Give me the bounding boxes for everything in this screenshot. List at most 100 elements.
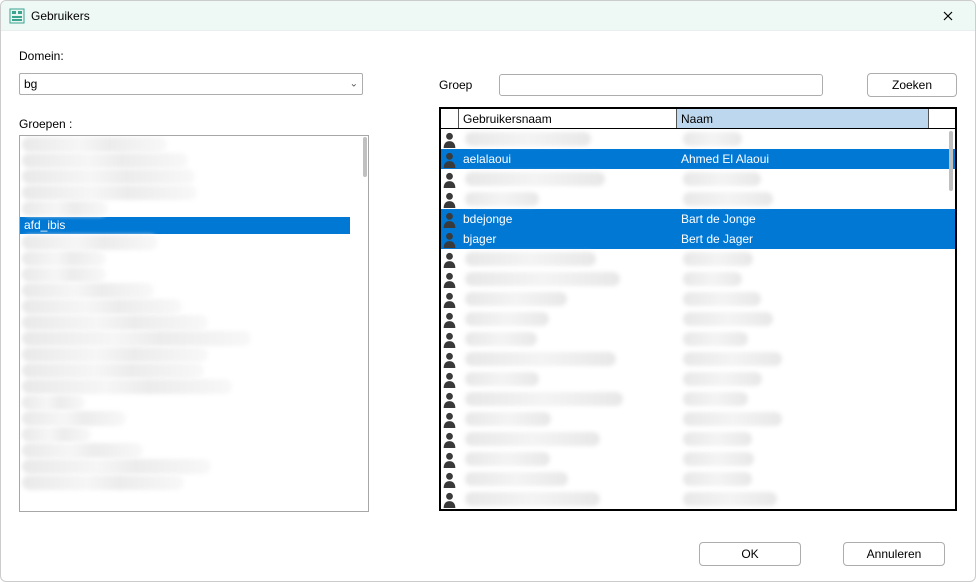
row-icon-cell xyxy=(441,369,459,389)
list-item[interactable] xyxy=(22,427,91,442)
row-icon-cell xyxy=(441,329,459,349)
users-grid[interactable]: Gebruikersnaam Naam aelalaouiAhmed El Al… xyxy=(439,107,957,511)
list-item[interactable] xyxy=(22,169,195,184)
list-item[interactable] xyxy=(22,347,208,362)
row-name-cell xyxy=(677,329,955,349)
table-row[interactable] xyxy=(441,349,955,369)
users-grid-scrollbar-thumb[interactable] xyxy=(949,131,953,191)
row-name-cell xyxy=(677,269,955,289)
row-icon-cell xyxy=(441,449,459,469)
row-username-cell: bjager xyxy=(459,229,677,249)
table-row-selected[interactable]: bjagerBert de Jager xyxy=(441,229,955,249)
list-item-selected[interactable]: afd_ibis xyxy=(20,217,350,234)
row-name-cell xyxy=(677,129,955,149)
row-name-cell xyxy=(677,389,955,409)
user-icon xyxy=(442,291,457,308)
table-row[interactable] xyxy=(441,469,955,489)
table-row[interactable] xyxy=(441,449,955,469)
row-icon-cell xyxy=(441,249,459,269)
row-username-cell xyxy=(459,349,677,369)
user-icon xyxy=(442,311,457,328)
list-item[interactable] xyxy=(22,331,251,346)
list-item[interactable] xyxy=(22,235,158,250)
user-icon xyxy=(442,191,457,208)
app-icon xyxy=(9,8,25,24)
row-username-cell xyxy=(459,389,677,409)
list-item[interactable] xyxy=(22,251,106,266)
row-icon-cell xyxy=(441,309,459,329)
row-username-cell xyxy=(459,489,677,509)
list-item[interactable] xyxy=(22,153,188,168)
table-row-selected[interactable]: bdejongeBart de Jonge xyxy=(441,209,955,229)
users-grid-name-header[interactable]: Naam xyxy=(677,109,955,128)
row-icon-cell xyxy=(441,169,459,189)
row-name-cell: Ahmed El Alaoui xyxy=(677,149,955,169)
user-icon xyxy=(442,131,457,148)
table-row[interactable] xyxy=(441,329,955,349)
groups-listbox[interactable]: afd_ibis xyxy=(19,135,369,512)
row-username-cell xyxy=(459,249,677,269)
users-dialog: Gebruikers Domein: bg ⌄ Groepen : af xyxy=(0,0,976,582)
row-username-cell xyxy=(459,369,677,389)
list-item[interactable] xyxy=(22,267,106,282)
list-item[interactable] xyxy=(22,475,184,490)
row-name-cell xyxy=(677,469,955,489)
close-icon xyxy=(943,11,953,21)
user-icon xyxy=(442,411,457,428)
row-icon-cell xyxy=(441,349,459,369)
table-row[interactable] xyxy=(441,269,955,289)
table-row[interactable] xyxy=(441,409,955,429)
chevron-down-icon: ⌄ xyxy=(350,79,358,90)
domain-combobox[interactable]: bg ⌄ xyxy=(19,73,363,95)
list-item[interactable] xyxy=(22,283,154,298)
ok-button[interactable]: OK xyxy=(699,542,801,566)
table-row[interactable] xyxy=(441,249,955,269)
row-name-cell xyxy=(677,349,955,369)
list-item[interactable] xyxy=(22,443,143,458)
search-button[interactable]: Zoeken xyxy=(867,73,957,97)
list-item[interactable] xyxy=(22,299,182,314)
table-row-selected[interactable]: aelalaouiAhmed El Alaoui xyxy=(441,149,955,169)
row-name-cell xyxy=(677,409,955,429)
table-row[interactable] xyxy=(441,369,955,389)
user-icon xyxy=(442,231,457,248)
groups-scrollbar-thumb[interactable] xyxy=(363,137,367,177)
list-item[interactable] xyxy=(22,185,197,200)
list-item[interactable] xyxy=(22,137,167,152)
table-row[interactable] xyxy=(441,429,955,449)
window-close-button[interactable] xyxy=(927,3,969,29)
table-row[interactable] xyxy=(441,189,955,209)
list-item[interactable] xyxy=(22,411,126,426)
list-item[interactable] xyxy=(22,395,85,410)
row-icon-cell xyxy=(441,289,459,309)
table-row[interactable] xyxy=(441,169,955,189)
table-row[interactable] xyxy=(441,309,955,329)
row-name-cell xyxy=(677,189,955,209)
table-row[interactable] xyxy=(441,129,955,149)
cancel-button[interactable]: Annuleren xyxy=(843,542,945,566)
row-username-cell: aelalaoui xyxy=(459,149,677,169)
row-username-cell xyxy=(459,429,677,449)
row-username-cell xyxy=(459,449,677,469)
window-title: Gebruikers xyxy=(31,9,90,23)
row-username-cell xyxy=(459,289,677,309)
table-row[interactable] xyxy=(441,389,955,409)
users-grid-body: aelalaouiAhmed El Alaoui bdejongeBart de … xyxy=(441,129,955,509)
list-item[interactable] xyxy=(22,201,108,216)
user-icon xyxy=(442,391,457,408)
row-icon-cell xyxy=(441,389,459,409)
list-item[interactable] xyxy=(22,363,204,378)
list-item[interactable] xyxy=(22,379,232,394)
list-item[interactable] xyxy=(22,315,208,330)
list-item[interactable] xyxy=(22,459,211,474)
row-name-cell: Bart de Jonge xyxy=(677,209,955,229)
group-filter-input[interactable] xyxy=(499,74,823,96)
row-username-cell xyxy=(459,129,677,149)
table-row[interactable] xyxy=(441,489,955,509)
users-grid-username-header[interactable]: Gebruikersnaam xyxy=(459,109,677,128)
table-row[interactable] xyxy=(441,289,955,309)
user-icon xyxy=(442,431,457,448)
user-icon xyxy=(442,471,457,488)
groups-label: Groepen : xyxy=(19,117,72,131)
row-username-cell xyxy=(459,469,677,489)
